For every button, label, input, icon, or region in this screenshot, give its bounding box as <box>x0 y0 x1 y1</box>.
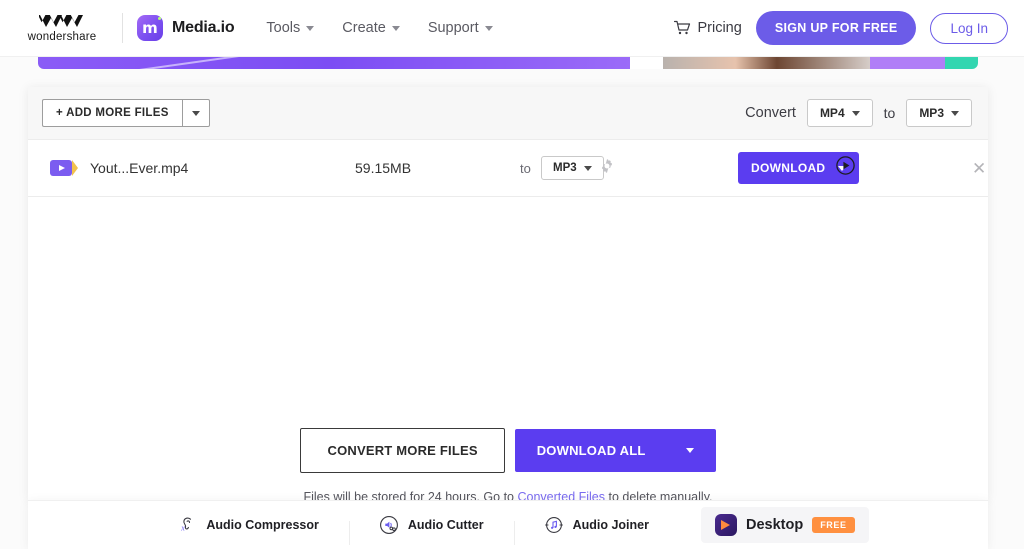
row-download-label: DOWNLOAD <box>751 161 826 175</box>
row-target-format-select[interactable]: MP3 <box>541 156 604 180</box>
mediaio-logo[interactable]: m Media.io <box>137 15 235 41</box>
desktop-label: Desktop <box>745 517 804 533</box>
chevron-down-icon <box>391 25 400 31</box>
chevron-down-icon <box>951 110 959 116</box>
pricing-link[interactable]: Pricing <box>674 20 742 36</box>
row-format-select-wrap: MP3 <box>541 156 604 180</box>
tool-audio-joiner[interactable]: Audio Joiner <box>513 515 679 545</box>
card-empty-area <box>28 197 988 422</box>
desktop-app-promo[interactable]: Desktop FREE <box>700 507 869 543</box>
card-actions: CONVERT MORE FILES DOWNLOAD ALL <box>28 428 988 473</box>
header-divider <box>122 13 123 43</box>
main-nav: Tools Create Support <box>252 14 506 42</box>
chevron-down-icon <box>306 25 315 31</box>
footer-toolbar: x Audio Compressor Audio Cutter Audio Jo… <box>28 500 988 549</box>
tool-label: Audio Compressor <box>206 518 319 532</box>
chevron-down-icon <box>583 165 592 171</box>
target-format-value: MP3 <box>919 106 944 120</box>
app-page: wondershare m Media.io Tools Create Supp… <box>0 0 1024 549</box>
play-triangle-icon <box>721 520 731 530</box>
banner-left-panel: MMER <box>38 57 631 69</box>
row-remove-button[interactable]: ✕ <box>972 160 986 177</box>
promo-banner-strip: MMER <box>0 57 1024 69</box>
nav-item-tools[interactable]: Tools <box>252 14 328 42</box>
chevron-down-icon <box>484 25 493 31</box>
mediaio-mark-icon: m <box>137 15 163 41</box>
wondershare-mark-icon <box>39 15 83 27</box>
file-size: 59.15MB <box>355 160 412 176</box>
source-format-select[interactable]: MP4 <box>806 99 873 127</box>
card-toolbar: + ADD MORE FILES Convert MP4 to MP3 <box>28 87 988 140</box>
music-note-join-icon <box>544 517 563 533</box>
row-settings-button[interactable] <box>599 158 615 179</box>
row-to-label: to <box>520 160 531 176</box>
file-row: Yout...Ever.mp4 59.15MB to MP3 DOWNLOAD <box>28 140 988 197</box>
file-name: Yout...Ever.mp4 <box>90 160 189 176</box>
play-circle-icon <box>836 156 855 175</box>
converter-card: + ADD MORE FILES Convert MP4 to MP3 Yout… <box>28 87 988 504</box>
shopping-cart-icon <box>674 20 691 35</box>
chevron-down-icon <box>191 110 200 116</box>
banner-photo <box>663 57 870 69</box>
add-more-files-button[interactable]: + ADD MORE FILES <box>42 99 182 127</box>
nav-item-create[interactable]: Create <box>328 14 414 42</box>
site-header: wondershare m Media.io Tools Create Supp… <box>0 0 1024 57</box>
banner-teal-block <box>945 57 978 69</box>
to-label: to <box>883 105 896 121</box>
convert-more-files-button[interactable]: CONVERT MORE FILES <box>300 428 505 473</box>
convert-label: Convert <box>745 105 796 121</box>
download-all-label: DOWNLOAD ALL <box>536 443 646 458</box>
global-format-controls: Convert MP4 to MP3 <box>745 99 972 127</box>
add-more-files-group: + ADD MORE FILES <box>42 99 210 127</box>
nav-label: Support <box>427 20 479 36</box>
tool-audio-compressor[interactable]: x Audio Compressor <box>147 515 349 535</box>
video-file-icon <box>50 160 78 176</box>
banner-gap <box>630 57 664 69</box>
wondershare-logo[interactable]: wondershare <box>8 13 116 43</box>
banner-purple-block <box>869 57 946 69</box>
chevron-down-icon <box>685 448 694 453</box>
chevron-down-icon <box>851 110 860 116</box>
gear-icon <box>602 158 612 173</box>
pricing-label: Pricing <box>697 20 742 36</box>
add-more-files-dropdown-button[interactable] <box>181 99 210 127</box>
tool-label: Audio Joiner <box>572 518 649 532</box>
login-button[interactable]: Log In <box>930 12 1008 44</box>
signup-button[interactable]: SIGN UP FOR FREE <box>755 11 917 45</box>
desktop-app-icon <box>714 514 737 536</box>
nav-label: Create <box>342 20 386 36</box>
ear-compress-icon: x <box>181 517 192 533</box>
wondershare-wordmark: wondershare <box>27 31 97 43</box>
mediaio-glyph: m <box>142 18 158 37</box>
svg-text:x: x <box>181 524 186 533</box>
play-triangle-icon <box>58 165 65 171</box>
row-preview-button[interactable] <box>836 156 855 180</box>
tool-audio-cutter[interactable]: Audio Cutter <box>348 515 514 545</box>
download-all-button[interactable]: DOWNLOAD ALL <box>514 429 716 472</box>
speaker-scissors-icon <box>379 516 398 534</box>
promo-banner[interactable]: MMER <box>38 57 978 69</box>
header-actions: Pricing SIGN UP FOR FREE Log In <box>674 11 1024 45</box>
tool-label: Audio Cutter <box>407 518 484 532</box>
free-badge: FREE <box>812 517 855 533</box>
source-format-value: MP4 <box>819 106 845 120</box>
nav-label: Tools <box>266 20 301 36</box>
row-target-format-value: MP3 <box>553 162 577 174</box>
mediaio-wordmark: Media.io <box>172 19 235 36</box>
target-format-select[interactable]: MP3 <box>906 99 972 127</box>
nav-item-support[interactable]: Support <box>414 14 507 42</box>
